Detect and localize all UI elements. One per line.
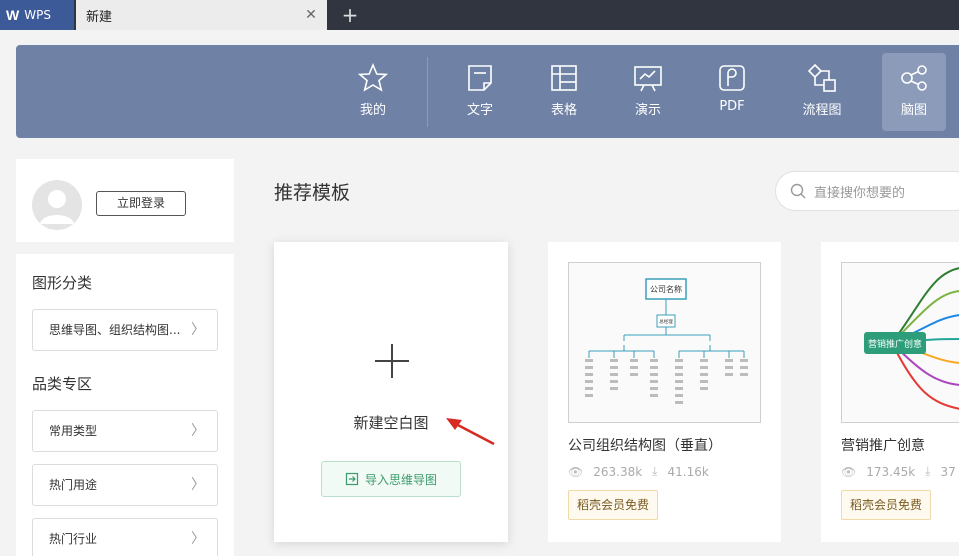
add-tab-icon[interactable]: + <box>340 4 360 26</box>
category-item-popular-industry[interactable]: 热门行业 〉 <box>32 518 218 556</box>
download-icon: ⤓ <box>652 464 658 478</box>
tool-pdf-label: PDF <box>719 99 745 114</box>
tool-writer[interactable]: 文字 <box>448 53 512 131</box>
tab-new-document[interactable]: 新建 ✕ <box>76 0 327 30</box>
tool-my-label: 我的 <box>359 103 386 118</box>
star-icon <box>358 63 388 92</box>
zone-title: 品类专区 <box>32 375 93 393</box>
import-mindmap-label: 导入思维导图 <box>364 472 437 487</box>
user-icon <box>40 190 74 224</box>
category-item-common[interactable]: 常用类型 〉 <box>32 410 218 452</box>
template-name[interactable]: 公司组织结构图（垂直） <box>568 435 722 455</box>
template-stats: 👁 173.45k ⤓ 37 <box>841 464 956 479</box>
category-toolbar: 我的 文字 表格 演示 PDF 流程图 脑图 <box>16 45 959 138</box>
page-title: 推荐模板 <box>274 182 351 204</box>
thumb-sub: 总经理 <box>659 318 673 325</box>
tab-bar: W WPS 新建 ✕ + <box>0 0 959 30</box>
category-item-label: 常用类型 <box>49 424 98 438</box>
download-icon: ⤓ <box>925 464 931 478</box>
table-icon <box>551 65 577 91</box>
category-item-popular-use[interactable]: 热门用途 〉 <box>32 464 218 506</box>
search-input[interactable]: 直接搜你想要的 <box>814 182 905 201</box>
mindmap-thumbnail: 营销推广创意 <box>864 267 959 410</box>
thumb-title: 营销推广创意 <box>868 338 922 350</box>
tool-mindmap-label: 脑图 <box>900 103 927 118</box>
plus-icon <box>375 344 409 378</box>
template-card[interactable]: 公司名称 总经理 公司组织结构图（垂直） 👁 263.38k ⤓ 41.16k … <box>548 242 781 542</box>
tab-wps-label: WPS <box>24 8 51 22</box>
wps-logo-icon: W <box>6 7 20 23</box>
category-item-mindmap-org[interactable]: 思维导图、组织结构图... 〉 <box>32 309 218 351</box>
red-arrow-annotation <box>446 418 495 446</box>
category-item-label: 热门用途 <box>49 478 98 492</box>
member-free-badge: 稻壳会员免费 <box>841 490 932 520</box>
tool-presentation-label: 演示 <box>634 103 661 118</box>
member-free-badge: 稻壳会员免费 <box>568 490 659 520</box>
graph-category-title: 图形分类 <box>32 274 93 292</box>
category-item-label: 思维导图、组织结构图... <box>49 323 181 337</box>
chevron-right-icon: 〉 <box>191 477 205 493</box>
template-views: 173.45k <box>866 464 916 479</box>
tab-wps-home[interactable]: W WPS <box>0 0 74 30</box>
eye-icon: 👁 <box>568 464 584 479</box>
tab-doc-label: 新建 <box>86 9 113 25</box>
category-item-label: 热门行业 <box>49 532 98 546</box>
template-downloads: 37 <box>940 464 956 479</box>
close-icon[interactable]: ✕ <box>303 7 319 23</box>
chevron-right-icon: 〉 <box>191 423 205 439</box>
template-thumbnail[interactable]: 营销推广创意 <box>841 262 959 423</box>
tool-mindmap[interactable]: 脑图 <box>882 53 946 131</box>
template-downloads: 41.16k <box>667 464 709 479</box>
tool-presentation[interactable]: 演示 <box>616 53 680 131</box>
toolbar-divider <box>427 57 428 127</box>
search-icon <box>790 183 806 199</box>
chevron-right-icon: 〉 <box>191 531 205 547</box>
mindmap-icon <box>901 65 927 91</box>
new-blank-card[interactable]: 新建空白图 导入思维导图 <box>274 242 508 542</box>
tool-pdf[interactable]: PDF <box>700 53 764 131</box>
tool-flowchart[interactable]: 流程图 <box>790 53 854 131</box>
template-views: 263.38k <box>593 464 643 479</box>
template-name[interactable]: 营销推广创意 <box>841 435 925 455</box>
template-stats: 👁 263.38k ⤓ 41.16k <box>568 464 709 479</box>
template-card[interactable]: 营销推广创意 营销推广创意 👁 173.45k ⤓ 37 稻壳会员免费 <box>821 242 959 542</box>
pdf-icon <box>719 65 745 91</box>
chevron-right-icon: 〉 <box>191 322 205 338</box>
tool-sheet[interactable]: 表格 <box>532 53 596 131</box>
document-icon <box>468 65 492 91</box>
tool-sheet-label: 表格 <box>550 103 577 118</box>
user-panel: 立即登录 <box>16 159 234 242</box>
category-panel: 图形分类 思维导图、组织结构图... 〉 品类专区 常用类型 〉 热门用途 〉 … <box>16 254 234 556</box>
tool-my[interactable]: 我的 <box>341 53 405 131</box>
import-icon <box>345 472 359 486</box>
flowchart-icon <box>807 63 836 92</box>
login-button[interactable]: 立即登录 <box>96 191 186 216</box>
org-chart-thumbnail: 公司名称 总经理 <box>585 278 748 404</box>
tool-flowchart-label: 流程图 <box>802 103 842 118</box>
eye-icon: 👁 <box>841 464 857 479</box>
search-box[interactable]: 直接搜你想要的 <box>775 171 959 211</box>
import-mindmap-button[interactable]: 导入思维导图 <box>321 461 461 497</box>
thumb-title: 公司名称 <box>650 284 682 294</box>
tool-writer-label: 文字 <box>466 103 493 118</box>
avatar[interactable] <box>32 180 82 230</box>
presentation-icon <box>634 66 662 92</box>
template-thumbnail[interactable]: 公司名称 总经理 <box>568 262 761 423</box>
